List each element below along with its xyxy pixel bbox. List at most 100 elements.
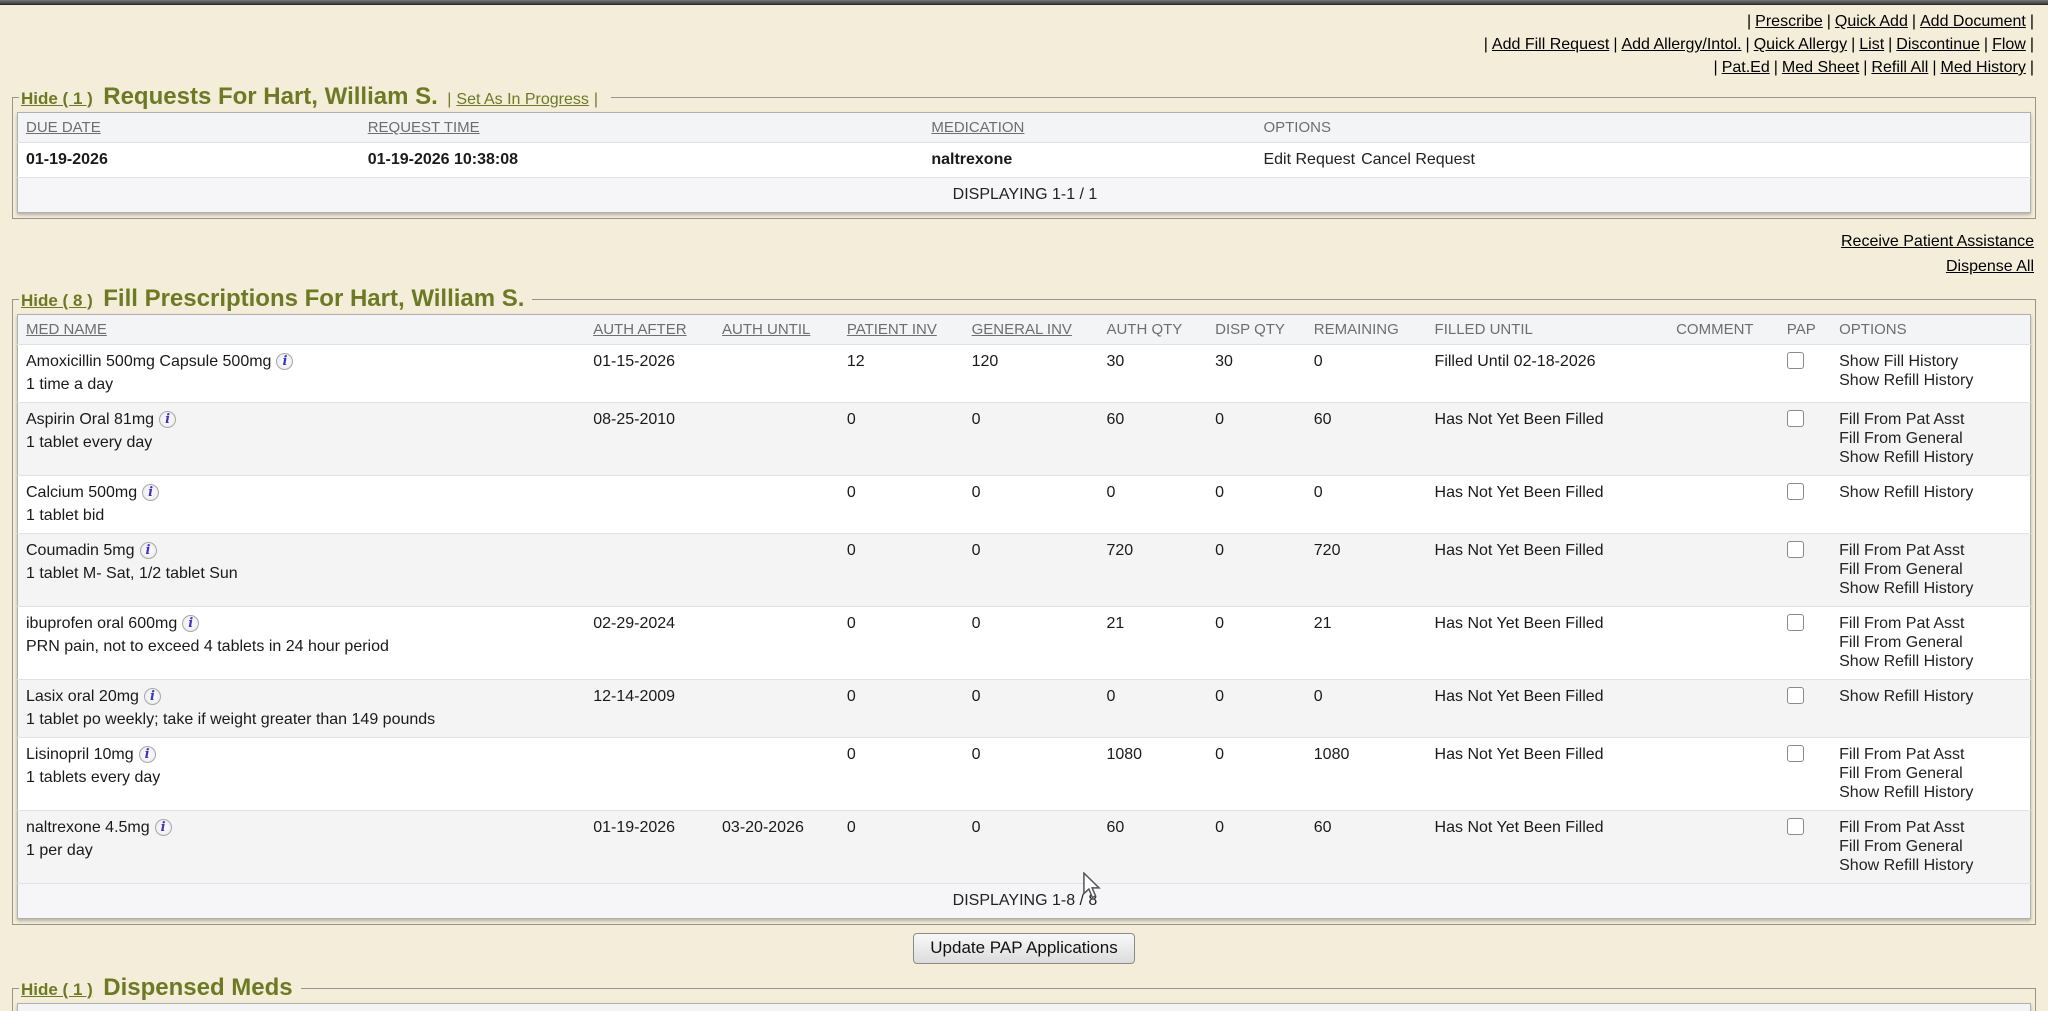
med-name: Aspirin Oral 81mg (26, 411, 154, 428)
fill-hide-link[interactable]: Hide ( 8 ) (21, 291, 93, 310)
col-request-time[interactable]: REQUEST TIME (360, 113, 924, 143)
col-med-name[interactable]: MED NAME (18, 315, 586, 345)
fill-from-general-link[interactable]: Fill From General (1839, 633, 2024, 652)
pap-checkbox[interactable] (1787, 687, 1804, 704)
disp-qty-cell: 0 (1207, 811, 1306, 884)
info-icon[interactable]: i (182, 615, 199, 632)
med-name: Amoxicillin 500mg Capsule 500mg (26, 353, 271, 370)
auth-until-cell (714, 345, 839, 403)
fill-from-general-link[interactable]: Fill From General (1839, 764, 2024, 783)
request-options: Edit Request Cancel Request (1255, 143, 2030, 178)
pap-checkbox[interactable] (1787, 483, 1804, 500)
nav-link-discontinue[interactable]: Discontinue (1896, 36, 1980, 53)
med-cell: Lisinopril 10mgi 1 tablets every day (18, 738, 586, 811)
auth-until-cell (714, 403, 839, 476)
comment-cell (1668, 680, 1779, 738)
nav-link-flow[interactable]: Flow (1992, 36, 2026, 53)
remaining-cell: 720 (1306, 534, 1427, 607)
pap-cell (1779, 680, 1831, 738)
pap-checkbox[interactable] (1787, 818, 1804, 835)
requests-displaying: DISPLAYING 1-1 / 1 (18, 178, 2031, 213)
cancel-request-link[interactable]: Cancel Request (1361, 151, 1475, 168)
col-medication[interactable]: MEDICATION (923, 113, 1255, 143)
col-verified-by[interactable]: VERIFIED BY (970, 1004, 1125, 1011)
col-equiv-qty[interactable]: EQUIV QTY (841, 1004, 970, 1011)
pap-checkbox[interactable] (1787, 352, 1804, 369)
info-icon[interactable]: i (144, 688, 161, 705)
requests-hide-link[interactable]: Hide ( 1 ) (21, 89, 93, 108)
nav-link-add-allergy[interactable]: Add Allergy/Intol. (1621, 36, 1741, 53)
show-refill-history-link[interactable]: Show Refill History (1839, 783, 2024, 802)
col-first[interactable]: FIRST (114, 1004, 195, 1011)
show-fill-history-link[interactable]: Show Fill History (1839, 352, 2024, 371)
general-inv-cell: 0 (964, 811, 1099, 884)
info-icon[interactable]: i (276, 353, 293, 370)
filled-until-cell: Has Not Yet Been Filled (1427, 476, 1669, 534)
nav-link-list[interactable]: List (1859, 36, 1884, 53)
col-fill-date[interactable]: FILL DATE (195, 1004, 346, 1011)
fill-from-pat-asst-link[interactable]: Fill From Pat Asst (1839, 541, 2024, 560)
fill-from-pat-asst-link[interactable]: Fill From Pat Asst (1839, 745, 2024, 764)
fill-section-title: Fill Prescriptions For Hart, William S. (103, 285, 524, 312)
nav-link-add-fill-request[interactable]: Add Fill Request (1492, 36, 1609, 53)
show-refill-history-link[interactable]: Show Refill History (1839, 579, 2024, 598)
col-general-inv[interactable]: GENERAL INV (964, 315, 1099, 345)
info-icon[interactable]: i (142, 484, 159, 501)
med-name: Calcium 500mg (26, 484, 137, 501)
fill-from-general-link[interactable]: Fill From General (1839, 560, 2024, 579)
pap-checkbox[interactable] (1787, 410, 1804, 427)
dispensed-hide-link[interactable]: Hide ( 1 ) (21, 980, 93, 999)
dispense-all-link[interactable]: Dispense All (0, 254, 2034, 279)
show-refill-history-link[interactable]: Show Refill History (1839, 483, 2024, 502)
nav-link-pat-ed[interactable]: Pat.Ed (1722, 59, 1770, 76)
comment-cell (1668, 345, 1779, 403)
nav-link-med-sheet[interactable]: Med Sheet (1782, 59, 1859, 76)
patient-inv-cell: 0 (839, 680, 964, 738)
comment-cell (1668, 607, 1779, 680)
nav-link-add-document[interactable]: Add Document (1920, 13, 2026, 30)
patient-inv-cell: 0 (839, 607, 964, 680)
col-dispensed-date[interactable]: DISPENSED DATE↓ (1125, 1004, 1379, 1011)
fill-from-general-link[interactable]: Fill From General (1839, 837, 2024, 856)
show-refill-history-link[interactable]: Show Refill History (1839, 448, 2024, 467)
fill-from-pat-asst-link[interactable]: Fill From Pat Asst (1839, 410, 2024, 429)
col-auth-qty: AUTH QTY (1098, 315, 1207, 345)
edit-request-link[interactable]: Edit Request (1263, 151, 1355, 168)
info-icon[interactable]: i (139, 746, 156, 763)
fill-from-general-link[interactable]: Fill From General (1839, 429, 2024, 448)
nav-link-refill-all[interactable]: Refill All (1871, 59, 1928, 76)
show-refill-history-link[interactable]: Show Refill History (1839, 652, 2024, 671)
col-last[interactable]: LAST (18, 1004, 115, 1011)
nav-link-med-history[interactable]: Med History (1940, 59, 2025, 76)
info-icon[interactable]: i (140, 542, 157, 559)
nav-link-prescribe[interactable]: Prescribe (1755, 13, 1823, 30)
fill-from-pat-asst-link[interactable]: Fill From Pat Asst (1839, 614, 2024, 633)
receive-patient-assistance-link[interactable]: Receive Patient Assistance (0, 229, 2034, 254)
fill-from-pat-asst-link[interactable]: Fill From Pat Asst (1839, 818, 2024, 837)
col-auth-until[interactable]: AUTH UNTIL (714, 315, 839, 345)
col-dispensed-by[interactable]: DISPENSED BY (1378, 1004, 1553, 1011)
show-refill-history-link[interactable]: Show Refill History (1839, 371, 2024, 390)
col-patient-inv[interactable]: PATIENT INV (839, 315, 964, 345)
show-refill-history-link[interactable]: Show Refill History (1839, 687, 2024, 706)
disp-qty-cell: 30 (1207, 345, 1306, 403)
dispensed-meds-section: Hide ( 1 ) Dispensed Meds LAST FIRST FIL… (12, 974, 2036, 1011)
set-as-in-progress-link[interactable]: Set As In Progress (456, 91, 589, 108)
pap-checkbox[interactable] (1787, 541, 1804, 558)
col-filled-by[interactable]: FILLED BY (346, 1004, 475, 1011)
col-auth-after[interactable]: AUTH AFTER (585, 315, 714, 345)
med-cell: Coumadin 5mgi 1 tablet M- Sat, 1/2 table… (18, 534, 586, 607)
dispensed-section-title: Dispensed Meds (103, 974, 292, 1001)
update-pap-applications-button[interactable]: Update PAP Applications (913, 933, 1134, 964)
nav-link-quick-add[interactable]: Quick Add (1835, 13, 1908, 30)
med-cell: Amoxicillin 500mg Capsule 500mgi 1 time … (18, 345, 586, 403)
nav-row-1: |Prescribe|Quick Add|Add Document| (0, 10, 2038, 33)
pap-checkbox[interactable] (1787, 745, 1804, 762)
auth-until-cell: 03-20-2026 (714, 811, 839, 884)
show-refill-history-link[interactable]: Show Refill History (1839, 856, 2024, 875)
nav-link-quick-allergy[interactable]: Quick Allergy (1754, 36, 1847, 53)
info-icon[interactable]: i (159, 411, 176, 428)
col-due-date[interactable]: DUE DATE (18, 113, 360, 143)
info-icon[interactable]: i (155, 819, 172, 836)
pap-checkbox[interactable] (1787, 614, 1804, 631)
